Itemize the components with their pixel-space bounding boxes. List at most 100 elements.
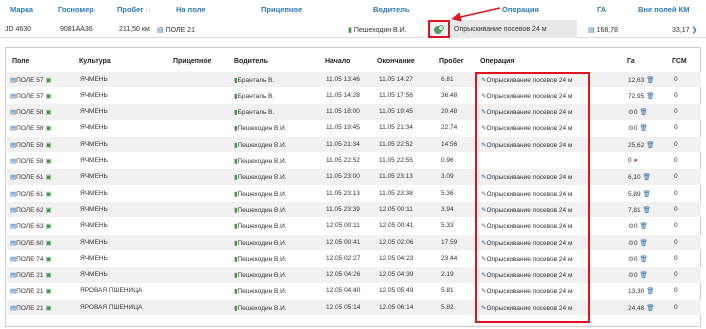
trash-icon[interactable]: 🗑 bbox=[643, 191, 651, 198]
table-row[interactable]: ▤ПОЛЕ 58 ▣ ЯЧМЕНЬ ▮Бранталь В. 11.05 18:00 11… bbox=[7, 104, 701, 120]
error-icon[interactable]: ● bbox=[634, 157, 638, 164]
trash-icon[interactable]: 🗑 bbox=[643, 174, 651, 181]
row-gsm: 0 bbox=[674, 91, 678, 99]
detail-panel: Поле Культура Прицепное Водитель Начало … bbox=[5, 47, 701, 327]
table-row[interactable]: ▤ПОЛЕ 74 ▣ ЯЧМЕНЬ ▮Пешеходин В.И. 12.05 02:2… bbox=[7, 251, 701, 267]
trash-icon[interactable]: 🗑 bbox=[646, 77, 654, 84]
row-voditel: ▮Бранталь В. bbox=[234, 76, 275, 84]
document-icon[interactable]: ▣ bbox=[45, 288, 51, 295]
detail-col-okonchanie: Окончание bbox=[377, 58, 415, 65]
row-pole[interactable]: ▤ПОЛЕ 58 ▣ bbox=[10, 124, 52, 132]
trash-icon[interactable]: 🗑 bbox=[639, 240, 647, 247]
row-probeg: 2.19 bbox=[441, 271, 454, 279]
table-row[interactable]: ▤ПОЛЕ 60 ▣ ЯЧМЕНЬ ▮Пешеходин В.И. 12.05 00:4… bbox=[7, 234, 701, 251]
row-nachalo: 11.05 18:00 bbox=[326, 108, 360, 116]
document-icon[interactable]: ▣ bbox=[45, 272, 51, 279]
row-pole[interactable]: ▤ПОЛЕ 58 ▣ bbox=[10, 108, 52, 116]
table-row[interactable]: ▤ПОЛЕ 21 ▣ ЯЧМЕНЬ ▮Пешеходин В.И. 12.05 04:2… bbox=[7, 267, 701, 283]
row-okonchanie: 11.05 22:55 bbox=[379, 157, 413, 164]
document-icon[interactable]: ▣ bbox=[45, 158, 51, 165]
trash-icon[interactable]: 🗑 bbox=[639, 125, 647, 132]
row-gsm: 0 bbox=[674, 140, 678, 148]
document-icon[interactable]: ▣ bbox=[45, 93, 51, 100]
row-kultura: ЯЧМЕНЬ bbox=[80, 124, 108, 132]
row-ga: 0 ● bbox=[628, 157, 638, 164]
row-pole[interactable]: ▤ПОЛЕ 61 ▣ bbox=[10, 190, 52, 198]
row-nachalo: 11.05 13:46 bbox=[326, 75, 360, 83]
table-row[interactable]: ▤ПОЛЕ 57 ▣ ЯЧМЕНЬ ▮Бранталь В. 11.05 14:28 11… bbox=[7, 88, 701, 104]
document-icon[interactable]: ▣ bbox=[45, 191, 51, 198]
row-probeg: 6.81 bbox=[441, 75, 454, 83]
row-nachalo: 12.05 04:40 bbox=[326, 287, 361, 295]
table-row[interactable]: ▤ПОЛЕ 61 ▣ ЯЧМЕНЬ ▮Пешеходин В.И. 11.05 23:0… bbox=[7, 169, 701, 185]
row-gsm: 0 bbox=[674, 75, 678, 83]
table-row[interactable]: ▤ПОЛЕ 61 ▣ ЯЧМЕНЬ ▮Пешеходин В.И. 11.05 23:1… bbox=[7, 186, 701, 202]
row-pole[interactable]: ▤ПОЛЕ 74 ▣ bbox=[10, 255, 52, 263]
row-pole[interactable]: ▤ПОЛЕ 60 ▣ bbox=[10, 239, 52, 247]
row-pole[interactable]: ▤ПОЛЕ 62 ▣ bbox=[10, 206, 52, 214]
row-pole[interactable]: ▤ПОЛЕ 57 ▣ bbox=[10, 92, 52, 100]
trash-icon[interactable]: 🗑 bbox=[646, 93, 654, 100]
table-row[interactable]: ▤ПОЛЕ 63 ▣ ЯЧМЕНЬ ▮Пешеходин В.И. 12.05 00:1… bbox=[7, 218, 701, 234]
row-gsm: 0 bbox=[674, 254, 678, 262]
trash-icon[interactable]: 🗑 bbox=[646, 142, 654, 149]
document-icon[interactable]: ▣ bbox=[45, 223, 51, 230]
document-icon[interactable]: ▣ bbox=[45, 207, 51, 214]
detail-col-probeg: Пробег bbox=[439, 58, 464, 65]
row-pole[interactable]: ▤ПОЛЕ 61 ▣ bbox=[10, 173, 52, 181]
document-icon[interactable]: ▣ bbox=[45, 125, 51, 132]
table-row[interactable]: ▤ПОЛЕ 57 ▣ ЯЧМЕНЬ ▮Бранталь В. 11.05 13:46 11… bbox=[7, 71, 701, 88]
row-ga: 24,48 🗑 bbox=[628, 304, 655, 312]
row-gsm: 0 bbox=[674, 189, 678, 197]
row-okonchanie: 12.05 00:41 bbox=[379, 222, 414, 230]
trash-icon[interactable]: 🗑 bbox=[643, 207, 651, 214]
row-pole[interactable]: ▤ПОЛЕ 21 ▣ bbox=[10, 304, 52, 312]
table-row[interactable]: ▤ПОЛЕ 62 ▣ ЯЧМЕНЬ ▮Пешеходин В.И. 11.05 23:3… bbox=[7, 201, 701, 218]
trash-icon[interactable]: 🗑 bbox=[639, 223, 647, 230]
row-pole[interactable]: ▤ПОЛЕ 63 ▣ bbox=[10, 222, 52, 230]
table-row[interactable]: ▤ПОЛЕ 58 ▣ ЯЧМЕНЬ ▮Пешеходин В.И. 11.05 22:5… bbox=[7, 153, 701, 169]
detail-col-kultura: Культура bbox=[79, 58, 111, 65]
row-pole[interactable]: ▤ПОЛЕ 58 ▣ bbox=[10, 157, 52, 165]
row-voditel: ▮Пешеходин В.И. bbox=[234, 272, 287, 280]
document-icon[interactable]: ▣ bbox=[45, 142, 51, 149]
trash-icon[interactable]: 🗑 bbox=[639, 272, 647, 279]
row-probeg: 20.48 bbox=[441, 108, 458, 116]
row-kultura: ЯРОВАЯ ПШЕНИЦА bbox=[80, 287, 143, 295]
row-gsm: 0 bbox=[674, 271, 678, 279]
document-icon[interactable]: ▣ bbox=[45, 240, 51, 247]
trash-icon[interactable]: 🗑 bbox=[646, 288, 654, 295]
trash-icon[interactable]: 🗑 bbox=[639, 109, 647, 116]
row-ga: 5,89 🗑 bbox=[628, 190, 651, 198]
row-voditel: ▮Пешеходин В.И. bbox=[234, 174, 287, 182]
row-nachalo: 11.05 21:34 bbox=[326, 140, 360, 148]
row-okonchanie: 11.05 22:52 bbox=[379, 140, 413, 148]
row-voditel: ▮Пешеходин В.И. bbox=[234, 125, 287, 133]
row-pole[interactable]: ▤ПОЛЕ 59 ▣ bbox=[10, 141, 52, 149]
document-icon[interactable]: ▣ bbox=[45, 109, 51, 116]
row-ga: ⚙0 🗑 bbox=[628, 223, 648, 231]
row-ga: 7,81 🗑 bbox=[628, 206, 651, 214]
table-row[interactable]: ▤ПОЛЕ 21 ▣ ЯРОВАЯ ПШЕНИЦА ▮Пешеходин В.И. 12… bbox=[7, 283, 701, 299]
table-row[interactable]: ▤ПОЛЕ 58 ▣ ЯЧМЕНЬ ▮Пешеходин В.И. 11.05 19:4… bbox=[7, 120, 701, 136]
table-row[interactable]: ▤ПОЛЕ 59 ▣ ЯЧМЕНЬ ▮Пешеходин В.И. 11.05 21:3… bbox=[7, 136, 701, 153]
row-kultura: ЯЧМЕНЬ bbox=[80, 205, 108, 213]
detail-col-nachalo: Начало bbox=[325, 58, 351, 65]
row-nachalo: 12.05 05:14 bbox=[326, 303, 361, 311]
row-okonchanie: 11.05 23:38 bbox=[379, 189, 413, 197]
row-probeg: 5.82 bbox=[441, 303, 454, 311]
document-icon[interactable]: ▣ bbox=[45, 77, 51, 84]
row-ga: 12,63 🗑 bbox=[628, 76, 655, 84]
row-pole[interactable]: ▤ПОЛЕ 57 ▣ bbox=[10, 76, 52, 84]
document-icon[interactable]: ▣ bbox=[45, 174, 51, 181]
trash-icon[interactable]: 🗑 bbox=[639, 256, 647, 263]
row-ga: ⚙0 🗑 bbox=[628, 272, 648, 280]
row-pole[interactable]: ▤ПОЛЕ 21 ▣ bbox=[10, 287, 52, 295]
row-ga: 25,62 🗑 bbox=[628, 141, 655, 149]
document-icon[interactable]: ▣ bbox=[45, 305, 51, 312]
trash-icon[interactable]: 🗑 bbox=[646, 305, 654, 312]
row-pole[interactable]: ▤ПОЛЕ 21 ▣ bbox=[10, 271, 52, 279]
row-probeg: 22.74 bbox=[441, 124, 458, 132]
table-row[interactable]: ▤ПОЛЕ 21 ▣ ЯРОВАЯ ПШЕНИЦА ▮Пешеходин В.И. 12… bbox=[7, 299, 701, 316]
document-icon[interactable]: ▣ bbox=[45, 256, 51, 263]
